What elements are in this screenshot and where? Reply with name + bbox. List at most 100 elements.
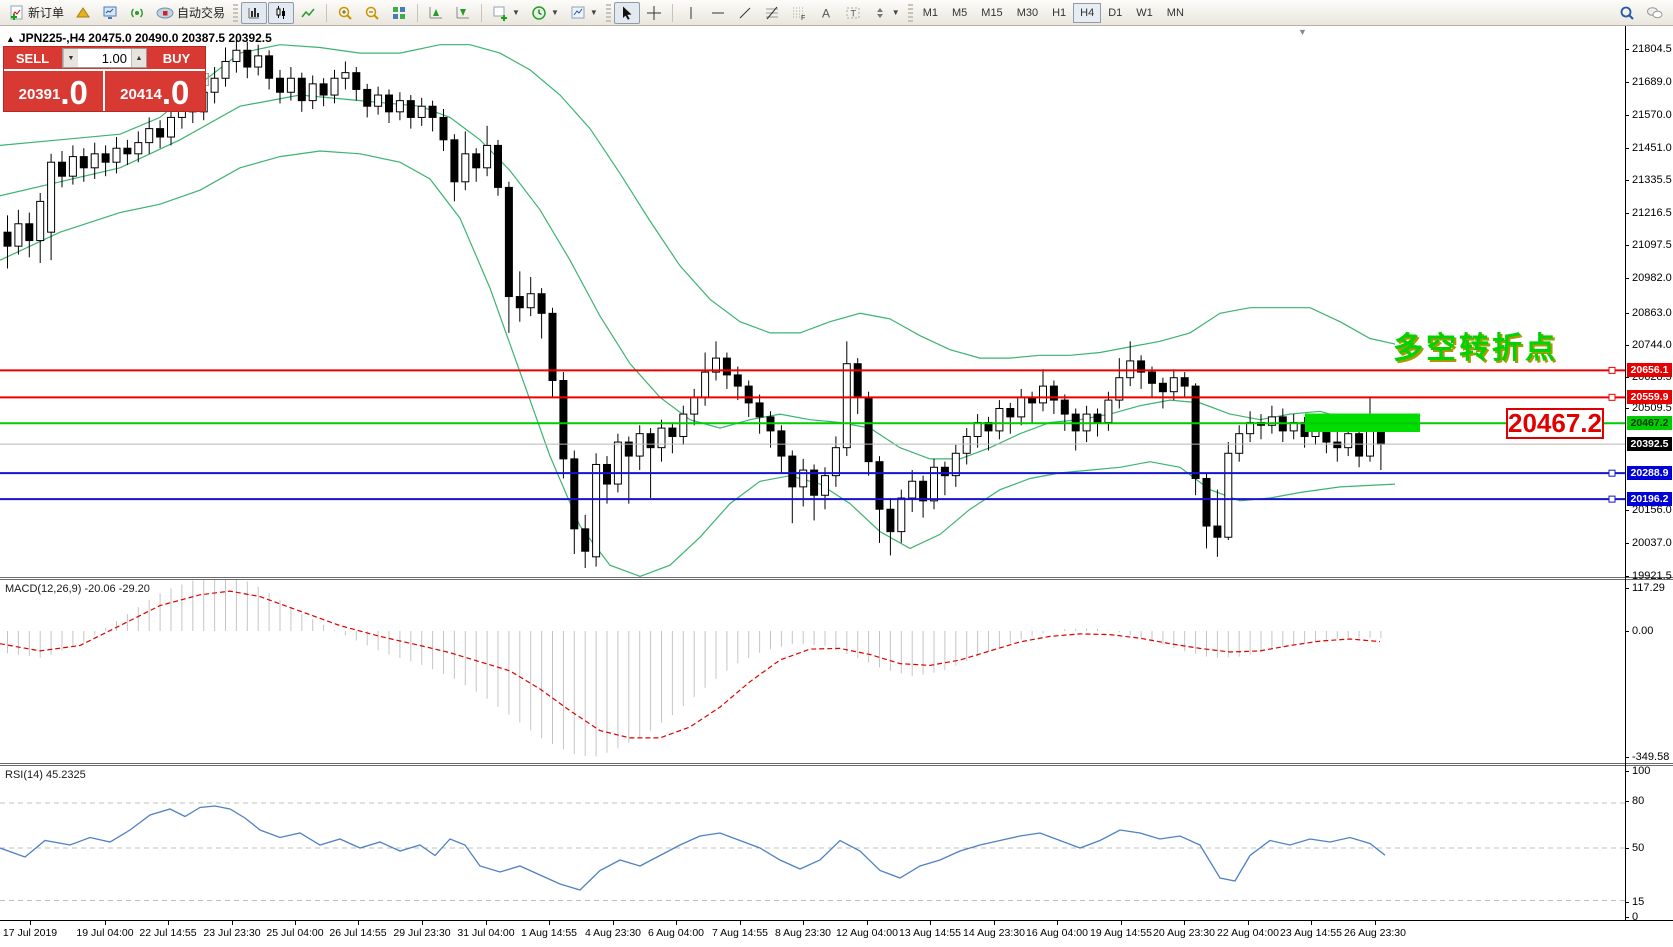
- candle: [527, 277, 534, 316]
- autotrading-button[interactable]: 自动交易: [151, 2, 230, 24]
- line-handle[interactable]: [1609, 470, 1615, 476]
- chat-button[interactable]: [1641, 2, 1669, 24]
- candle: [1290, 414, 1297, 439]
- label-tool[interactable]: T: [840, 2, 866, 24]
- annotation-text[interactable]: 多空转折点: [1393, 323, 1558, 367]
- vertical-line-tool[interactable]: [678, 2, 704, 24]
- svg-text:T: T: [850, 8, 856, 18]
- pane-separator[interactable]: [0, 577, 1673, 580]
- buy-price-button[interactable]: 20414.0: [105, 71, 206, 111]
- search-button[interactable]: [1614, 2, 1640, 24]
- price-callout-label[interactable]: 20467.2: [1506, 408, 1604, 439]
- time-label: 14 Aug 23:30: [963, 927, 1025, 939]
- chart-shift-marker-icon[interactable]: ▼: [1298, 27, 1307, 37]
- zoom-out-button[interactable]: [359, 2, 385, 24]
- axis-tick-label: 21097.5: [1632, 239, 1672, 251]
- grid-tool[interactable]: F: [786, 2, 812, 24]
- main-chart-canvas[interactable]: [0, 26, 1625, 577]
- auto-scroll-icon: [428, 5, 444, 21]
- timeframe-button-m15[interactable]: M15: [974, 3, 1009, 23]
- chart-shift-button[interactable]: [450, 2, 476, 24]
- axis-tick: [1625, 588, 1629, 589]
- horizontal-line-icon: [710, 5, 726, 21]
- timeframe-button-m30[interactable]: M30: [1010, 3, 1045, 23]
- new-order-button[interactable]: 新订单: [4, 2, 69, 24]
- time-tick: [105, 921, 106, 925]
- new-chart-dropdown[interactable]: ▼: [487, 2, 525, 24]
- time-tick: [358, 921, 359, 925]
- periods-dropdown[interactable]: ▼: [526, 2, 564, 24]
- axis-tick-label: 20744.0: [1632, 339, 1672, 351]
- new-order-label: 新订单: [28, 4, 64, 21]
- rsi-pane-canvas[interactable]: [0, 766, 1625, 920]
- line-chart-button[interactable]: [295, 2, 321, 24]
- arrows-dropdown[interactable]: ▼: [867, 2, 905, 24]
- line-handle[interactable]: [1609, 394, 1615, 400]
- axis-tick: [1625, 902, 1629, 903]
- cursor-tool-button[interactable]: [614, 2, 640, 24]
- timeframe-button-d1[interactable]: D1: [1101, 3, 1129, 23]
- trendline-tool[interactable]: [732, 2, 758, 24]
- panel-toggle-handle[interactable]: ]: [206, 70, 210, 86]
- timeframe-button-w1[interactable]: W1: [1129, 3, 1160, 23]
- axis-tick: [1625, 631, 1629, 632]
- crosshair-tool-button[interactable]: [641, 2, 667, 24]
- price-axis[interactable]: 21804.521689.021570.021451.021335.521216…: [1625, 26, 1673, 920]
- bar-chart-button[interactable]: [241, 2, 267, 24]
- time-axis[interactable]: 17 Jul 201919 Jul 04:0022 Jul 14:5523 Ju…: [0, 920, 1673, 947]
- candle: [778, 425, 785, 473]
- market-watch-button[interactable]: [97, 2, 123, 24]
- chat-icon: [1646, 5, 1664, 21]
- price-level-badge: 20467.2: [1627, 416, 1672, 430]
- line-handle[interactable]: [1609, 367, 1615, 373]
- volume-decrease-button[interactable]: ▼: [63, 49, 78, 67]
- candle: [1018, 389, 1025, 425]
- candle: [1116, 358, 1123, 408]
- candle: [157, 120, 164, 148]
- monitor-icon: [102, 5, 118, 21]
- axis-tick: [1625, 245, 1629, 246]
- sell-button[interactable]: SELL: [4, 47, 61, 69]
- timeframe-button-h1[interactable]: H1: [1045, 3, 1073, 23]
- timeframe-button-m1[interactable]: M1: [916, 3, 945, 23]
- volume-increase-button[interactable]: ▲: [131, 49, 146, 67]
- template-dropdown[interactable]: ▼: [565, 2, 603, 24]
- axis-tick: [1625, 115, 1629, 116]
- fibonacci-tool[interactable]: [759, 2, 785, 24]
- sell-price-button[interactable]: 20391.0: [4, 71, 105, 111]
- timeframe-button-m5[interactable]: M5: [945, 3, 974, 23]
- timeframe-button-h4[interactable]: H4: [1073, 3, 1101, 23]
- candle: [713, 341, 720, 380]
- candle: [1247, 411, 1254, 442]
- candle: [789, 450, 796, 523]
- time-tick: [168, 921, 169, 925]
- signals-button[interactable]: [124, 2, 150, 24]
- volume-input[interactable]: 1.00: [78, 49, 131, 67]
- auto-scroll-button[interactable]: [423, 2, 449, 24]
- macd-pane-canvas[interactable]: [0, 580, 1625, 763]
- buy-button[interactable]: BUY: [148, 47, 205, 69]
- text-tool[interactable]: A: [813, 2, 839, 24]
- timeframe-button-mn[interactable]: MN: [1160, 3, 1191, 23]
- tile-windows-icon: [391, 5, 407, 21]
- pane-separator[interactable]: [0, 763, 1673, 766]
- zoom-in-button[interactable]: [332, 2, 358, 24]
- candle-chart-button[interactable]: [268, 2, 294, 24]
- line-handle[interactable]: [1609, 496, 1615, 502]
- history-button[interactable]: [70, 2, 96, 24]
- tile-windows-button[interactable]: [386, 2, 412, 24]
- grid-icon: F: [791, 5, 807, 21]
- axis-tick: [1625, 313, 1629, 314]
- axis-tick-label: 21216.5: [1632, 207, 1672, 219]
- symbol-collapse-icon[interactable]: ▲: [6, 34, 15, 44]
- time-tick: [676, 921, 677, 925]
- time-label: 8 Aug 23:30: [775, 927, 831, 939]
- candle: [734, 367, 741, 401]
- candle: [451, 134, 458, 201]
- horizontal-line-tool[interactable]: [705, 2, 731, 24]
- candle: [320, 78, 327, 106]
- toolbar: 新订单 自动交易 ▼ ▼ ▼ F A T ▼ M1M5M15M30H1H4D1W…: [0, 0, 1673, 26]
- candle: [1138, 355, 1145, 389]
- buy-price-int: 20414: [120, 82, 162, 108]
- candle: [996, 400, 1003, 439]
